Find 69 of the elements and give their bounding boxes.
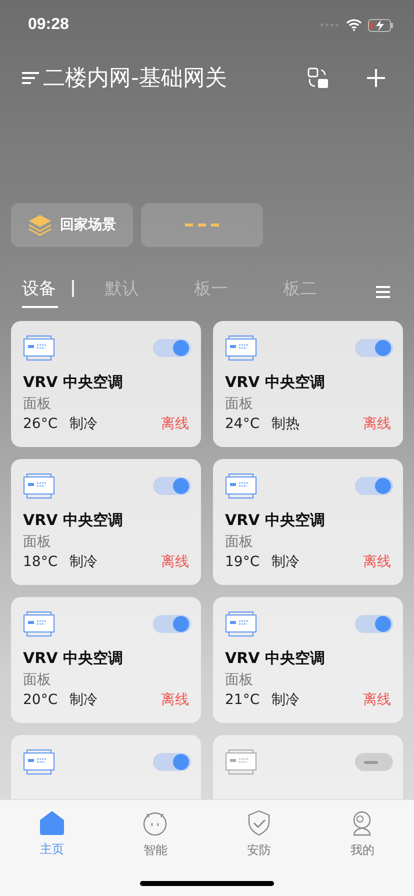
battery-icon — [368, 18, 394, 32]
power-toggle[interactable] — [355, 477, 393, 495]
offline-status: 离线 — [161, 415, 189, 433]
device-card[interactable]: VRV 中央空调 面板 19°C 制冷 离线 — [213, 459, 403, 585]
device-name: VRV 中央空调 — [225, 373, 326, 392]
temperature-text: 19°C — [225, 554, 260, 570]
layers-icon — [28, 214, 52, 236]
wifi-icon — [346, 19, 362, 31]
device-icon — [23, 749, 55, 775]
power-toggle[interactable] — [153, 339, 191, 357]
robot-face-icon — [142, 810, 168, 836]
temperature-text: 24°C — [225, 416, 260, 432]
device-icon — [23, 473, 55, 499]
nav-tab[interactable]: 智能 — [125, 810, 186, 859]
device-icon — [225, 473, 257, 499]
temperature-text: 18°C — [23, 554, 58, 570]
dashes-icon — [185, 223, 219, 227]
power-toggle[interactable] — [153, 753, 191, 771]
offline-status: 离线 — [363, 691, 391, 709]
offline-status: 离线 — [161, 691, 189, 709]
device-room: 面板 — [23, 395, 52, 413]
mode-text: 制冷 — [70, 691, 99, 709]
power-toggle[interactable] — [355, 615, 393, 633]
gateway-title[interactable]: 二楼内网-基础网关 — [43, 63, 274, 93]
device-icon — [23, 611, 55, 637]
device-icon — [225, 335, 257, 361]
power-toggle[interactable] — [153, 477, 191, 495]
device-card[interactable]: VRV 中央空调 面板 21°C 制冷 离线 — [213, 597, 403, 723]
mode-text: 制冷 — [70, 553, 99, 571]
temperature-text: 20°C — [23, 692, 58, 708]
nav-tab[interactable]: 主页 — [22, 810, 82, 859]
mode-text: 制冷 — [70, 415, 99, 433]
device-icon — [225, 749, 257, 775]
device-room: 面板 — [23, 671, 52, 689]
shield-icon — [246, 810, 271, 836]
device-card[interactable]: VRV 中央空调 面板 24°C 制热 离线 — [213, 321, 403, 447]
menu-icon[interactable] — [22, 71, 39, 85]
status-time: 09:28 — [28, 16, 69, 34]
device-name: VRV 中央空调 — [23, 511, 124, 530]
home-icon — [38, 810, 65, 835]
device-icon — [23, 335, 55, 361]
power-toggle[interactable] — [355, 339, 393, 357]
device-name: VRV 中央空调 — [23, 649, 124, 668]
device-icon — [225, 611, 257, 637]
device-room: 面板 — [225, 671, 254, 689]
mode-text: 制热 — [272, 415, 301, 433]
offline-status: 离线 — [161, 553, 189, 571]
device-name: VRV 中央空调 — [225, 511, 326, 530]
device-card[interactable]: VRV 中央空调 面板 20°C 制冷 离线 — [11, 597, 201, 723]
device-room: 面板 — [225, 533, 254, 551]
scene-button[interactable]: 回家场景 — [11, 203, 133, 247]
category-tab[interactable]: 设备 — [22, 276, 58, 308]
nav-tab[interactable]: 我的 — [332, 810, 392, 859]
device-name: VRV 中央空调 — [225, 649, 326, 668]
list-menu-icon[interactable] — [376, 286, 390, 298]
mode-text: 制冷 — [272, 553, 301, 571]
offline-status: 离线 — [363, 553, 391, 571]
device-card[interactable]: VRV 中央空调 面板 18°C 制冷 离线 — [11, 459, 201, 585]
mode-text: 制冷 — [272, 691, 301, 709]
device-card[interactable]: VRV 中央空调 面板 26°C 制冷 离线 — [11, 321, 201, 447]
power-toggle[interactable] — [153, 615, 191, 633]
nav-tab[interactable]: 安防 — [228, 810, 289, 859]
temperature-text: 21°C — [225, 692, 260, 708]
device-room: 面板 — [23, 533, 52, 551]
device-name: VRV 中央空调 — [23, 373, 124, 392]
power-toggle[interactable] — [355, 753, 393, 771]
offline-status: 离线 — [363, 415, 391, 433]
device-room: 面板 — [225, 395, 254, 413]
temperature-text: 26°C — [23, 416, 58, 432]
